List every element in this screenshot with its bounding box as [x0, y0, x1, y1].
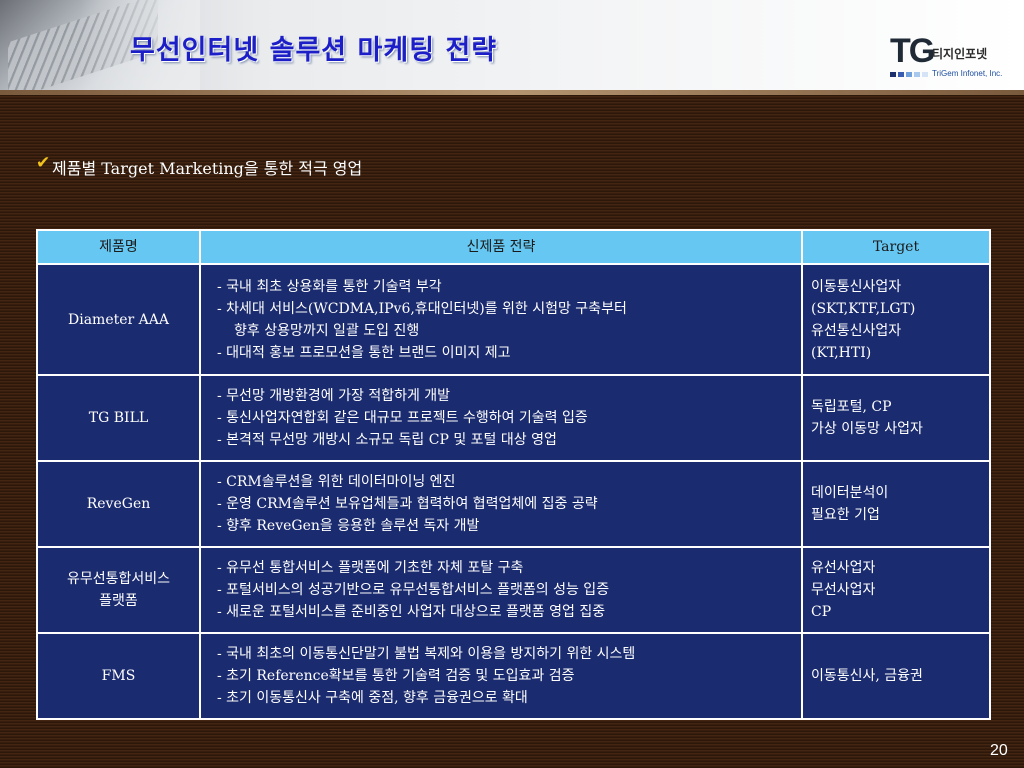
strategy-line: - 초기 이동통신사 구축에 중점, 향후 금융권으로 확대	[217, 690, 528, 706]
logo-color-bar	[906, 72, 912, 77]
strategy-line: - 운영 CRM솔루션 보유업체들과 협력하여 협력업체에 집중 공략	[217, 496, 598, 512]
target-line: 무선사업자	[811, 582, 876, 598]
strategy-line: - 향후 ReveGen을 응용한 솔루션 독자 개발	[217, 518, 480, 534]
target-line: 필요한 기업	[811, 507, 880, 523]
strategy-cell: - 유무선 통합서비스 플랫폼에 기초한 자체 포탈 구축 - 포털서비스의 성…	[199, 546, 803, 634]
logo-color-bar	[914, 72, 920, 77]
product-name: TG BILL	[88, 410, 149, 426]
strategy-line: - 국내 최초의 이동통신단말기 불법 복제와 이용을 방지하기 위한 시스템	[217, 646, 636, 662]
column-header-target: Target	[801, 229, 991, 265]
product-name-cell: Diameter AAA	[36, 263, 201, 376]
target-cell: 이동통신사, 금융권	[801, 632, 991, 720]
target-line: (SKT,KTF,LGT)	[811, 300, 916, 317]
target-line: 이동통신사, 금융권	[811, 668, 923, 684]
strategy-line: 향후 상용망까지 일괄 도입 진행	[234, 322, 420, 339]
logo-color-bar	[890, 72, 896, 77]
column-header-strategy: 신제품 전략	[199, 229, 803, 265]
strategy-cell: - 국내 최초의 이동통신단말기 불법 복제와 이용을 방지하기 위한 시스템 …	[199, 632, 803, 720]
logo-name-korean: 티지인포넷	[932, 47, 988, 61]
section-subtitle: 제품별 Target Marketing을 통한 적극 영업	[52, 159, 363, 178]
strategy-line: - 초기 Reference확보를 통한 기술력 검증 및 도입효과 검증	[217, 668, 575, 684]
target-cell: 독립포털, CP 가상 이동망 사업자	[801, 374, 991, 462]
strategy-line: - 포털서비스의 성공기반으로 유무선통합서비스 플랫폼의 성능 입증	[217, 582, 610, 598]
logo-name-english: TriGem Infonet, Inc.	[932, 69, 1003, 78]
product-name-cell: FMS	[36, 632, 201, 720]
table-row: Diameter AAA - 국내 최초 상용화를 통한 기술력 부각 - 차세…	[36, 263, 991, 376]
table-row: FMS - 국내 최초의 이동통신단말기 불법 복제와 이용을 방지하기 위한 …	[36, 632, 991, 720]
strategy-line: - 본격적 무선망 개방시 소규모 독립 CP 및 포털 대상 영업	[217, 432, 557, 448]
target-line: (KT,HTI)	[811, 344, 872, 361]
marketing-strategy-table: 제품명 신제품 전략 Target Diameter AAA - 국내 최초 상…	[36, 229, 991, 720]
product-name-cell: ReveGen	[36, 460, 201, 548]
checkmark-icon: ✔	[36, 153, 51, 173]
strategy-cell: - 무선망 개방환경에 가장 적합하게 개발 - 통신사업자연합회 같은 대규모…	[199, 374, 803, 462]
target-line: 유선통신사업자	[811, 322, 902, 339]
product-name-cell: TG BILL	[36, 374, 201, 462]
strategy-cell: - 국내 최초 상용화를 통한 기술력 부각 - 차세대 서비스(WCDMA,I…	[199, 263, 803, 376]
product-name-cell: 유무선통합서비스 플랫폼	[36, 546, 201, 634]
table-row: TG BILL - 무선망 개방환경에 가장 적합하게 개발 - 통신사업자연합…	[36, 374, 991, 462]
page-title: 무선인터넷 솔루션 마케팅 전략	[130, 35, 498, 66]
column-header-product: 제품명	[36, 229, 201, 265]
target-line: 유선사업자	[811, 560, 876, 576]
header-banner: 무선인터넷 솔루션 마케팅 전략 TG 티지인포넷 TriGem Infonet…	[0, 0, 1024, 95]
target-cell: 유선사업자 무선사업자 CP	[801, 546, 991, 634]
company-logo: TG 티지인포넷 TriGem Infonet, Inc.	[890, 34, 1020, 84]
logo-color-bar	[922, 72, 928, 77]
header-divider	[0, 90, 1024, 95]
logo-color-bar	[898, 72, 904, 77]
target-line: 독립포털, CP	[811, 399, 892, 415]
logo-color-bars	[890, 72, 928, 77]
logo-mark: TG	[890, 32, 935, 70]
strategy-line: - 통신사업자연합회 같은 대규모 프로젝트 수행하여 기술력 입증	[217, 410, 588, 426]
product-name: 유무선통합서비스	[66, 571, 171, 587]
table-row: ReveGen - CRM솔루션을 위한 데이터마이닝 엔진 - 운영 CRM솔…	[36, 460, 991, 548]
product-name: ReveGen	[86, 496, 151, 512]
page-number: 20	[990, 742, 1008, 759]
target-cell: 데이터분석이 필요한 기업	[801, 460, 991, 548]
target-cell: 이동통신사업자 (SKT,KTF,LGT) 유선통신사업자 (KT,HTI)	[801, 263, 991, 376]
target-line: 가상 이동망 사업자	[811, 421, 923, 437]
strategy-line: - CRM솔루션을 위한 데이터마이닝 엔진	[217, 474, 456, 490]
product-name: FMS	[101, 668, 136, 684]
product-name: Diameter AAA	[68, 311, 169, 328]
target-line: 데이터분석이	[811, 485, 889, 501]
strategy-line: - 유무선 통합서비스 플랫폼에 기초한 자체 포탈 구축	[217, 560, 524, 576]
strategy-line: - 무선망 개방환경에 가장 적합하게 개발	[217, 388, 451, 404]
target-line: 이동통신사업자	[811, 278, 902, 295]
strategy-line: - 국내 최초 상용화를 통한 기술력 부각	[217, 278, 442, 295]
table-header-row: 제품명 신제품 전략 Target	[36, 229, 991, 265]
strategy-cell: - CRM솔루션을 위한 데이터마이닝 엔진 - 운영 CRM솔루션 보유업체들…	[199, 460, 803, 548]
product-name: 플랫폼	[99, 593, 138, 609]
table-row: 유무선통합서비스 플랫폼 - 유무선 통합서비스 플랫폼에 기초한 자체 포탈 …	[36, 546, 991, 634]
strategy-line: - 대대적 홍보 프로모션을 통한 브랜드 이미지 제고	[217, 344, 511, 361]
strategy-line: - 새로운 포털서비스를 준비중인 사업자 대상으로 플랫폼 영업 집중	[217, 604, 606, 620]
target-line: CP	[811, 604, 832, 620]
strategy-line: - 차세대 서비스(WCDMA,IPv6,휴대인터넷)를 위한 시험망 구축부터	[217, 300, 627, 317]
